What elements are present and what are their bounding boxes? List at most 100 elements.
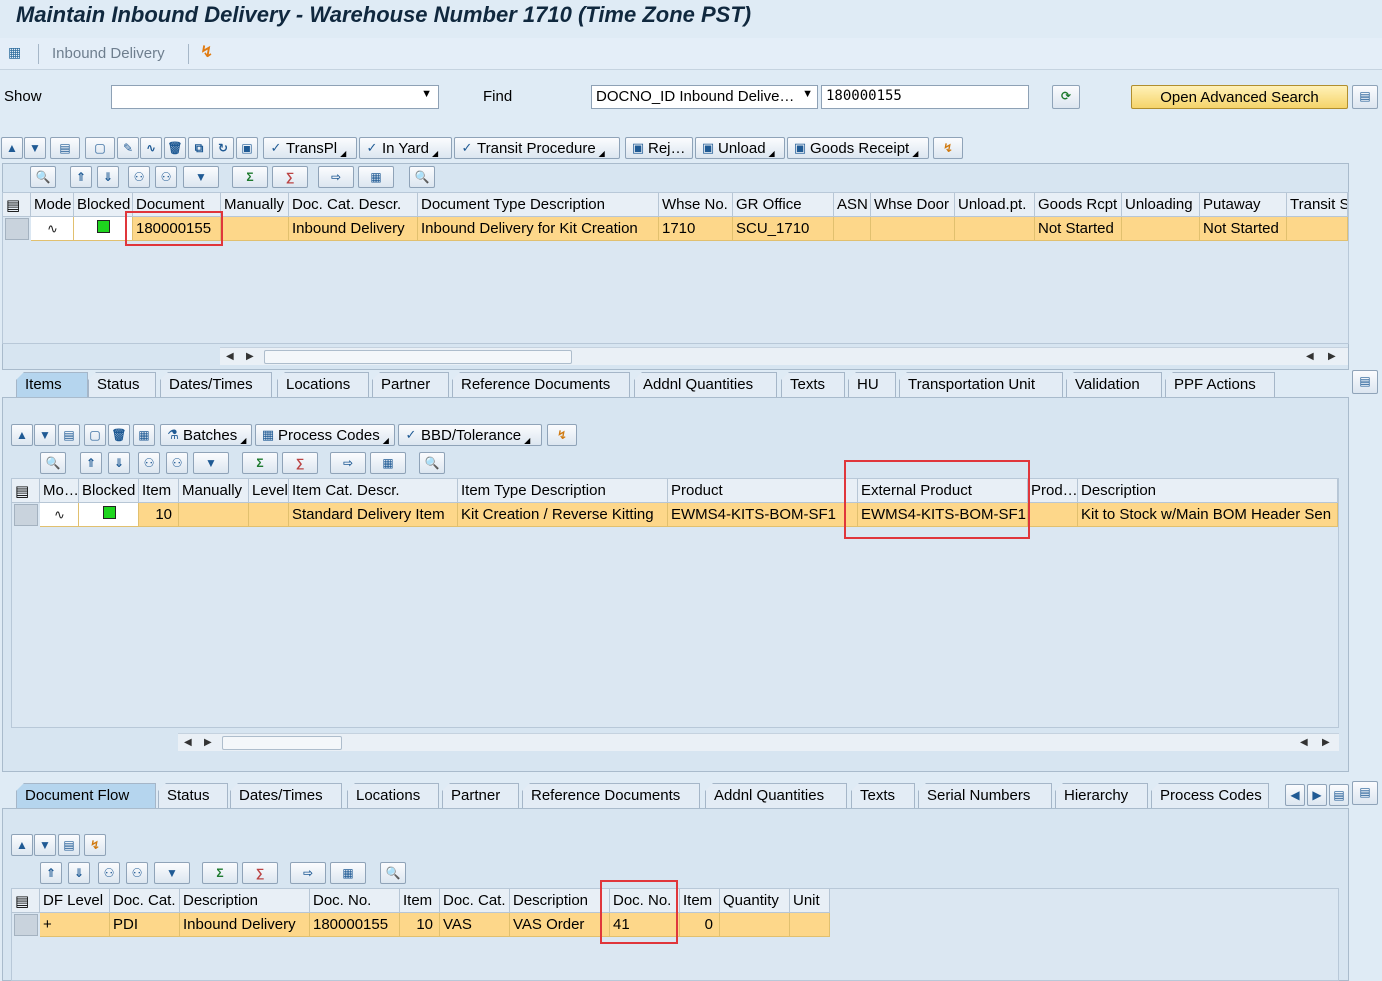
- more-actions-icon[interactable]: ↯: [84, 834, 106, 856]
- batches-button[interactable]: ⚗ Batches ◢: [160, 424, 252, 446]
- col-unload-pt[interactable]: Unload.pt.: [955, 193, 1035, 217]
- subtotal-icon[interactable]: ∑: [272, 166, 308, 188]
- header-h-scrollbar[interactable]: ◀ ▶ ◀ ▶: [220, 347, 1348, 365]
- col-mode[interactable]: Mo…: [40, 479, 79, 503]
- col-item[interactable]: Item: [400, 889, 440, 913]
- col-unloading[interactable]: Unloading: [1122, 193, 1200, 217]
- print-preview-icon[interactable]: 🔍: [409, 166, 435, 188]
- col-whse-no[interactable]: Whse No.: [659, 193, 733, 217]
- in-yard-button[interactable]: ✓ In Yard ◢: [359, 137, 452, 159]
- tab-locations[interactable]: Locations: [277, 372, 369, 398]
- find-icon[interactable]: ⚇: [138, 452, 160, 474]
- col-description[interactable]: Description: [1078, 479, 1338, 503]
- filter-icon[interactable]: ▼: [183, 166, 219, 188]
- save-icon[interactable]: ▣: [236, 137, 258, 159]
- product-cell[interactable]: EWMS4-KITS-BOM-SF1: [668, 503, 858, 527]
- col-mode[interactable]: Mode: [31, 193, 74, 217]
- col-level[interactable]: Level: [249, 479, 289, 503]
- col-blocked[interactable]: Blocked: [79, 479, 139, 503]
- scroll-right-icon[interactable]: ▶: [204, 734, 212, 752]
- process-codes-button[interactable]: ▦ Process Codes ◢: [255, 424, 395, 446]
- layout-icon[interactable]: ▦: [330, 862, 366, 884]
- col-item[interactable]: Item: [139, 479, 179, 503]
- col-doc-no[interactable]: Doc. No.: [310, 889, 400, 913]
- find-icon[interactable]: ⚇: [98, 862, 120, 884]
- col-goods-rcpt[interactable]: Goods Rcpt: [1035, 193, 1122, 217]
- tab-hu[interactable]: HU: [848, 372, 896, 398]
- col-gr-office[interactable]: GR Office: [733, 193, 834, 217]
- table-row[interactable]: ∿: [40, 503, 79, 527]
- col-doc-cat-descr[interactable]: Doc. Cat. Descr.: [289, 193, 418, 217]
- scroll-down-icon[interactable]: ▼: [24, 137, 46, 159]
- details-zoom-icon[interactable]: 🔍: [40, 452, 66, 474]
- scroll-down-icon[interactable]: ▼: [34, 834, 56, 856]
- items-h-scrollbar[interactable]: ◀ ▶ ◀ ▶: [178, 733, 1339, 751]
- scroll-down-icon[interactable]: ▼: [34, 424, 56, 446]
- subtotal-icon[interactable]: ∑: [242, 862, 278, 884]
- row-selector[interactable]: [5, 218, 29, 240]
- col-doc-type-descr[interactable]: Document Type Description: [418, 193, 659, 217]
- open-advanced-search-button[interactable]: Open Advanced Search: [1131, 85, 1348, 109]
- scroll-thumb[interactable]: [222, 736, 342, 750]
- col-df-level[interactable]: DF Level: [40, 889, 110, 913]
- grid-settings-icon[interactable]: ▤: [12, 479, 40, 503]
- sort-asc-icon[interactable]: ⇑: [80, 452, 102, 474]
- transit-procedure-button[interactable]: ✓ Transit Procedure ◢: [454, 137, 620, 159]
- df-level-cell[interactable]: +: [40, 913, 110, 937]
- layout-icon[interactable]: ▦: [358, 166, 394, 188]
- sort-desc-icon[interactable]: ⇓: [97, 166, 119, 188]
- col-manually[interactable]: Manually: [221, 193, 289, 217]
- tab-texts[interactable]: Texts: [851, 783, 915, 809]
- find-next-icon[interactable]: ⚇: [126, 862, 148, 884]
- details-zoom-icon[interactable]: 🔍: [30, 166, 56, 188]
- col-unit[interactable]: Unit: [790, 889, 830, 913]
- tab-status[interactable]: Status: [158, 783, 228, 809]
- tab-dates-times[interactable]: Dates/Times: [230, 783, 342, 809]
- scroll-right-icon[interactable]: ▶: [1322, 734, 1330, 752]
- layout-icon[interactable]: ▦: [370, 452, 406, 474]
- tab-list-icon[interactable]: ▤: [1329, 784, 1349, 806]
- table-row[interactable]: ∿: [31, 217, 74, 241]
- new-document-icon[interactable]: ▢: [85, 137, 115, 159]
- col-manually[interactable]: Manually: [179, 479, 249, 503]
- menu-icon[interactable]: ▦: [8, 44, 21, 61]
- layout-toggle-icon[interactable]: ▤: [1352, 781, 1378, 805]
- col-transit[interactable]: Transit S: [1287, 193, 1348, 217]
- copy-icon[interactable]: ⧉: [188, 137, 210, 159]
- col-asn[interactable]: ASN: [834, 193, 871, 217]
- inbound-delivery-menu[interactable]: Inbound Delivery: [52, 45, 165, 62]
- toggle-mode-icon[interactable]: ∿: [140, 137, 162, 159]
- unload-button[interactable]: ▣ Unload ◢: [695, 137, 785, 159]
- scroll-left-icon[interactable]: ◀: [184, 734, 192, 752]
- details-icon[interactable]: ▤: [58, 834, 80, 856]
- sort-desc-icon[interactable]: ⇓: [68, 862, 90, 884]
- tab-process-codes[interactable]: Process Codes: [1151, 783, 1269, 809]
- tab-serial-numbers[interactable]: Serial Numbers: [918, 783, 1052, 809]
- show-dropdown[interactable]: ▼: [111, 85, 439, 109]
- refresh-icon[interactable]: ↻: [212, 137, 234, 159]
- filter-icon[interactable]: ▼: [154, 862, 190, 884]
- sum-icon[interactable]: Σ: [242, 452, 278, 474]
- tab-hierarchy[interactable]: Hierarchy: [1055, 783, 1148, 809]
- find-icon[interactable]: ⚇: [128, 166, 150, 188]
- tab-partner[interactable]: Partner: [442, 783, 519, 809]
- scroll-left-icon[interactable]: ◀: [226, 348, 234, 366]
- find-value-input[interactable]: 180000155: [821, 85, 1029, 109]
- sum-icon[interactable]: Σ: [202, 862, 238, 884]
- tab-validation[interactable]: Validation: [1066, 372, 1162, 398]
- row-selector[interactable]: [14, 914, 38, 936]
- col-description[interactable]: Description: [180, 889, 310, 913]
- print-preview-icon[interactable]: 🔍: [419, 452, 445, 474]
- goods-receipt-button[interactable]: ▣ Goods Receipt ◢: [787, 137, 929, 159]
- tab-status[interactable]: Status: [88, 372, 156, 398]
- details-icon[interactable]: ▤: [58, 424, 80, 446]
- transpl-button[interactable]: ✓ TransPl ◢: [263, 137, 357, 159]
- find-field-dropdown[interactable]: DOCNO_ID Inbound Delive… ▼: [591, 85, 818, 109]
- reject-button[interactable]: ▣ Rej…: [625, 137, 693, 159]
- details-icon[interactable]: ▤: [50, 137, 80, 159]
- execute-search-icon[interactable]: ⟳: [1052, 85, 1080, 109]
- print-preview-icon[interactable]: 🔍: [380, 862, 406, 884]
- grid-icon[interactable]: ▦: [133, 424, 155, 446]
- tab-partner[interactable]: Partner: [372, 372, 449, 398]
- col-item-cat-descr[interactable]: Item Cat. Descr.: [289, 479, 458, 503]
